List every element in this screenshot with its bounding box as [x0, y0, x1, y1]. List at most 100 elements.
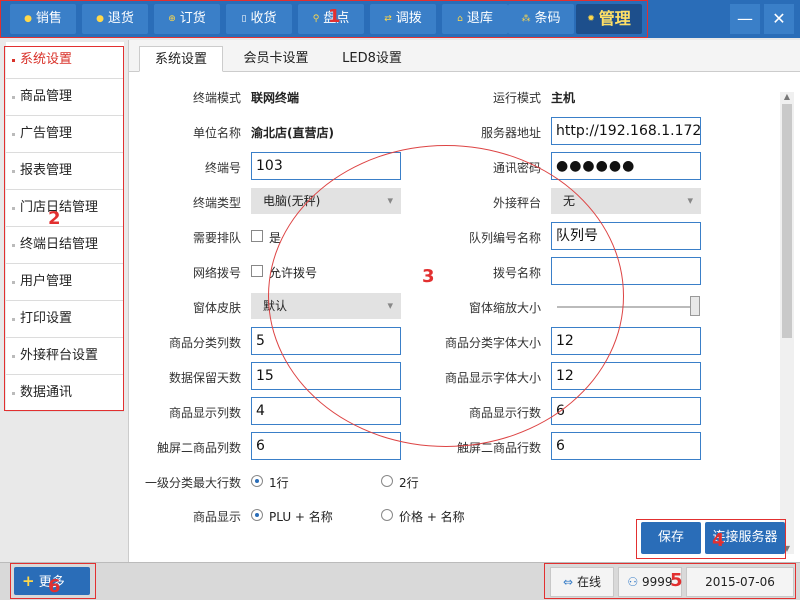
- unit-name-label: 单位名称: [192, 126, 241, 140]
- sidebar-item-product-management[interactable]: 商品管理: [6, 79, 124, 116]
- order-button[interactable]: ⊕ 订货: [154, 4, 220, 34]
- dial-checkbox-label: 允许拨号: [269, 266, 318, 280]
- sidebar-item-scale-settings[interactable]: 外接秤台设置: [6, 338, 124, 375]
- touch-rows-label: 触屏二商品行数: [456, 441, 541, 455]
- dial-name-label: 拨号名称: [492, 266, 541, 280]
- manage-button[interactable]: ✹ 管理: [576, 4, 642, 34]
- max-rows-radio-1[interactable]: [251, 475, 263, 487]
- max-rows-radio-2[interactable]: [381, 475, 393, 487]
- grid-icon: ⁂: [521, 14, 531, 24]
- display-font-input[interactable]: 12: [551, 362, 701, 390]
- external-scale-label: 外接秤台: [492, 196, 541, 210]
- product-display-radio-2[interactable]: [381, 509, 393, 521]
- return-button[interactable]: ● 退货: [82, 4, 148, 34]
- dot-icon: ●: [96, 14, 104, 24]
- display-rows-input[interactable]: 6: [551, 397, 701, 425]
- external-scale-select[interactable]: 无: [551, 188, 701, 214]
- queue-name-label: 队列编号名称: [468, 231, 541, 245]
- main-panel: 系统设置 会员卡设置 LED8设置 终端模式 联网终端 运行模式 主机 单位名称…: [128, 40, 800, 562]
- online-status: ⇔ 在线: [550, 567, 614, 597]
- max-rows-option-2: 2行: [399, 476, 419, 490]
- connect-server-button[interactable]: 连接服务器: [705, 522, 785, 554]
- terminal-type-select[interactable]: 电脑(无秤): [251, 188, 401, 214]
- gear-icon: ✹: [587, 14, 595, 24]
- product-display-label: 商品显示: [192, 510, 241, 524]
- sidebar-item-user-management[interactable]: 用户管理: [6, 264, 124, 301]
- transfer-button[interactable]: ⇄ 调拨: [370, 4, 436, 34]
- scroll-up-icon[interactable]: ▲: [780, 92, 794, 102]
- close-button[interactable]: ✕: [764, 4, 794, 34]
- category-columns-input[interactable]: 5: [251, 327, 401, 355]
- category-font-input[interactable]: 12: [551, 327, 701, 355]
- sidebar-item-report-management[interactable]: 报表管理: [6, 153, 124, 190]
- more-button[interactable]: + 更多: [14, 567, 90, 595]
- sidebar-item-terminal-daily-close[interactable]: 终端日结管理: [6, 227, 124, 264]
- product-display-radio-1[interactable]: [251, 509, 263, 521]
- dial-label: 网络拨号: [192, 266, 241, 280]
- zoom-label: 窗体缩放大小: [468, 301, 541, 315]
- category-font-label: 商品分类字体大小: [444, 336, 541, 350]
- terminal-type-label: 终端类型: [192, 196, 241, 210]
- receive-button[interactable]: ▯ 收货: [226, 4, 292, 34]
- zoom-slider-track: [557, 306, 697, 308]
- zoom-slider-thumb[interactable]: [690, 296, 700, 316]
- tab-member-card[interactable]: 会员卡设置: [231, 46, 321, 72]
- terminal-mode-value: 联网终端: [251, 91, 300, 105]
- sidebar-item-store-daily-close[interactable]: 门店日结管理: [6, 190, 124, 227]
- home-icon: ⌂: [457, 14, 463, 24]
- queue-name-input[interactable]: 队列号: [551, 222, 701, 250]
- settings-form: 终端模式 联网终端 运行模式 主机 单位名称 渝北店(直营店) 服务器地址 ht…: [129, 76, 777, 554]
- bottom-bar: + 更多 ⇔ 在线 ⚇ 9999 2015-07-06 09:16: [0, 562, 800, 600]
- run-mode-value: 主机: [551, 91, 576, 105]
- terminal-number-label: 终端号: [204, 161, 241, 175]
- sidebar-item-data-comm[interactable]: 数据通讯: [6, 375, 124, 412]
- tab-system-settings[interactable]: 系统设置: [139, 46, 223, 72]
- save-button[interactable]: 保存: [641, 522, 701, 554]
- datetime-status: 2015-07-06 09:16: [686, 567, 794, 597]
- terminal-mode-label: 终端模式: [192, 91, 241, 105]
- tab-led8[interactable]: LED8设置: [329, 46, 415, 72]
- inventory-button[interactable]: ⚲ 盘点: [298, 4, 364, 34]
- queue-checkbox-label: 是: [269, 231, 282, 245]
- doc-icon: ▯: [241, 14, 247, 24]
- user-status: ⚇ 9999: [618, 567, 682, 597]
- touch-rows-input[interactable]: 6: [551, 432, 701, 460]
- comm-password-input[interactable]: ●●●●●●: [551, 152, 701, 180]
- skin-select[interactable]: 默认: [251, 293, 401, 319]
- queue-label: 需要排队: [192, 231, 241, 245]
- display-columns-label: 商品显示列数: [168, 406, 241, 420]
- touch-columns-input[interactable]: 6: [251, 432, 401, 460]
- sidebar-item-ad-management[interactable]: 广告管理: [6, 116, 124, 153]
- dial-checkbox[interactable]: [251, 265, 263, 277]
- order-icon: ⊕: [168, 14, 176, 24]
- queue-checkbox[interactable]: [251, 230, 263, 242]
- unit-name-value: 渝北店(直营店): [251, 126, 334, 140]
- run-mode-label: 运行模式: [492, 91, 541, 105]
- display-columns-input[interactable]: 4: [251, 397, 401, 425]
- dial-name-input[interactable]: [551, 257, 701, 285]
- skin-label: 窗体皮肤: [192, 301, 241, 315]
- user-icon: ⚇: [627, 575, 639, 589]
- plus-icon: +: [22, 572, 35, 590]
- terminal-number-input[interactable]: 103: [251, 152, 401, 180]
- minimize-button[interactable]: —: [730, 4, 760, 34]
- top-toolbar: ● 销售 ● 退货 ⊕ 订货 ▯ 收货 ⚲ 盘点 ⇄ 调拨 ⌂ 退库 ⁂ 条码 ✹ 管理 — ✕: [0, 0, 800, 38]
- product-display-option-1: PLU + 名称: [269, 510, 333, 524]
- swap-icon: ⇄: [384, 14, 392, 24]
- form-scrollbar[interactable]: ▲ ▼: [780, 92, 794, 554]
- keep-days-input[interactable]: 15: [251, 362, 401, 390]
- touch-columns-label: 触屏二商品列数: [156, 441, 241, 455]
- max-rows-label: 一级分类最大行数: [144, 476, 241, 490]
- scroll-thumb[interactable]: [782, 104, 792, 338]
- sidebar-item-print-settings[interactable]: 打印设置: [6, 301, 124, 338]
- stock-return-button[interactable]: ⌂ 退库: [442, 4, 508, 34]
- category-columns-label: 商品分类列数: [168, 336, 241, 350]
- sales-button[interactable]: ● 销售: [10, 4, 76, 34]
- dot-icon: ●: [24, 14, 32, 24]
- link-icon: ⇔: [563, 575, 574, 589]
- sidebar-item-system-settings[interactable]: 系统设置: [6, 42, 124, 79]
- product-display-option-2: 价格 + 名称: [399, 510, 465, 524]
- comm-password-label: 通讯密码: [492, 161, 541, 175]
- barcode-button[interactable]: ⁂ 条码: [508, 4, 574, 34]
- server-address-input[interactable]: http://192.168.1.172:8: [551, 117, 701, 145]
